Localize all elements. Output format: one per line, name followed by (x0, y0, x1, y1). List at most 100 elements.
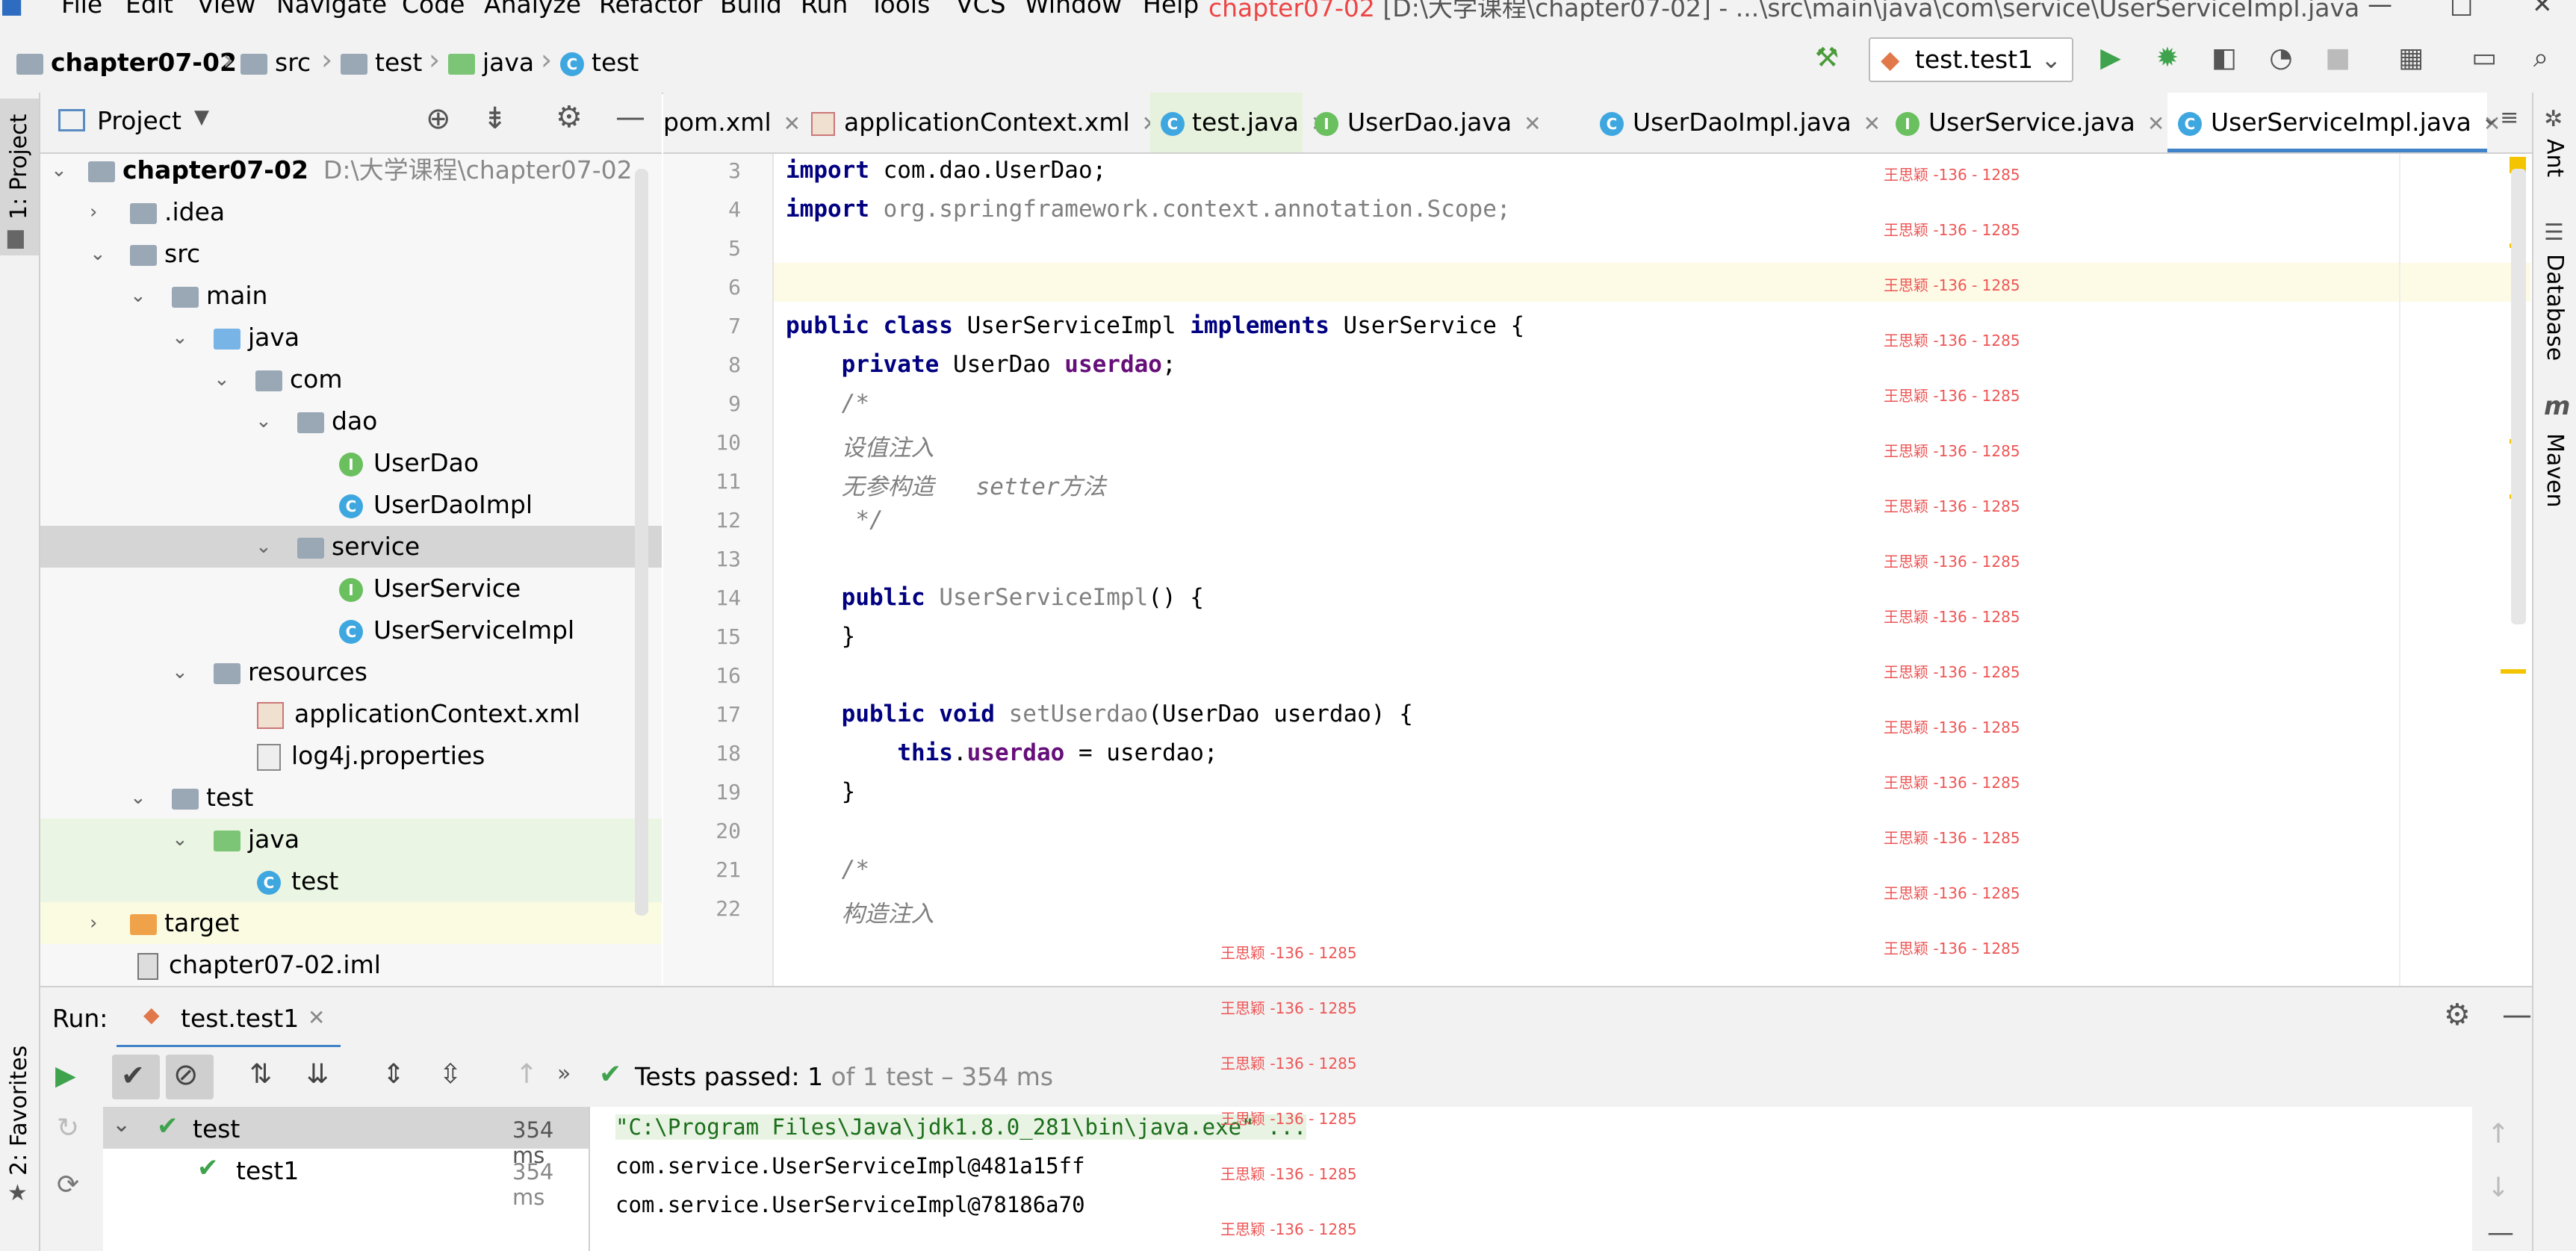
tree-item-resources[interactable]: ⌄ resources (40, 651, 662, 693)
presentation-icon[interactable]: ▭ (2468, 42, 2501, 75)
collapse-all-icon[interactable]: ⇳ (439, 1059, 462, 1090)
tree-item-target[interactable]: › target (40, 902, 662, 944)
tab-applicationcontext-xml[interactable]: applicationContext.xml✕ (811, 93, 1159, 152)
menu-build[interactable]: Build (720, 0, 782, 19)
tree-item-src[interactable]: ⌄ src (40, 233, 662, 275)
scroll-up-icon[interactable]: ↑ (2487, 1119, 2510, 1149)
code-editor[interactable]: 3 4 5 6 7 8 9 10 11 12 13 14 15 16 17 18… (663, 154, 2530, 986)
menu-help[interactable]: Help (1143, 0, 1199, 19)
show-ignored-button[interactable]: ⊘ (166, 1055, 214, 1099)
locate-icon[interactable]: ⊕ (426, 102, 451, 136)
collapse-all-icon[interactable]: ⇟ (482, 102, 508, 136)
maximize-icon[interactable]: □ (2450, 0, 2473, 19)
tree-item-main-java[interactable]: ⌄ java (40, 317, 662, 358)
tree-item-log4j[interactable]: log4j.properties (40, 735, 662, 777)
show-passed-button[interactable]: ✔ (112, 1055, 160, 1099)
chevron-down-icon[interactable]: ▼ (194, 106, 209, 128)
expand-all-icon[interactable]: ⇕ (382, 1059, 405, 1090)
more-actions-icon[interactable]: » (557, 1061, 571, 1087)
tab-userdaoimpl-java[interactable]: C UserDaoImpl.java ✕ (1600, 93, 1881, 152)
close-icon[interactable]: ✕ (1863, 111, 1881, 136)
minimize-icon[interactable]: — (2368, 0, 2392, 19)
gear-icon[interactable]: ⚙ (2444, 998, 2471, 1032)
tree-item-test-class[interactable]: Ctest (40, 860, 662, 902)
rerun-failed-icon[interactable]: ↻ (57, 1113, 79, 1143)
menu-code[interactable]: Code (402, 0, 465, 19)
tab-list-icon[interactable]: ⌄≡ (2481, 105, 2518, 131)
test-row-test1[interactable]: ✔ test1 354 ms (103, 1149, 589, 1210)
tree-item-com[interactable]: ⌄ com (40, 358, 662, 400)
tree-item-userserviceimpl[interactable]: C UserServiceImpl (40, 609, 662, 651)
close-icon[interactable]: ✕ (783, 111, 801, 136)
breadcrumb-test-class[interactable]: Ctest (560, 48, 639, 77)
close-icon[interactable]: ✕ (308, 1005, 325, 1030)
run-icon[interactable]: ▶ (2094, 42, 2127, 75)
favorites-tool-tab[interactable]: 2: Favorites (6, 1046, 32, 1176)
tree-item-applicationcontext[interactable]: applicationContext.xml (40, 693, 662, 735)
menu-edit[interactable]: Edit (125, 0, 173, 19)
menu-file[interactable]: File (61, 0, 102, 19)
menu-navigate[interactable]: Navigate (276, 0, 387, 19)
hide-panel-icon[interactable]: — (615, 100, 645, 134)
menu-tools[interactable]: Tools (869, 0, 930, 19)
project-structure-icon[interactable]: ▦ (2395, 42, 2427, 75)
hide-panel-icon[interactable]: — (2502, 998, 2532, 1032)
stop-icon[interactable]: ■ (2321, 42, 2354, 75)
menu-view[interactable]: View (197, 0, 255, 19)
tree-item-main[interactable]: ⌄ main (40, 275, 662, 317)
tab-userserviceimpl-java[interactable]: C UserServiceImpl.java ✕ (2167, 93, 2501, 152)
tree-item-dao[interactable]: ⌄ dao (40, 400, 662, 442)
project-tool-tab[interactable]: 1: Project (6, 114, 32, 220)
search-icon[interactable]: ⌕ (2524, 42, 2557, 75)
tab-userservice-java[interactable]: I UserService.java ✕ (1896, 93, 2164, 152)
run-tab-test-test1[interactable]: ◆ test.test1 ✕ (117, 987, 341, 1049)
test-row-test[interactable]: ⌄ ✔ test 354 ms (103, 1107, 589, 1168)
menu-window[interactable]: Window (1025, 0, 1122, 19)
debug-icon[interactable]: ✹ (2151, 42, 2184, 75)
scroll-down-icon[interactable]: ↓ (2487, 1173, 2510, 1203)
console-output[interactable]: "C:\Program Files\Java\jdk1.8.0_281\bin\… (590, 944, 2472, 1251)
tree-item-iml[interactable]: chapter07-02.iml (40, 944, 662, 986)
tree-item-userdaoimpl[interactable]: C UserDaoImpl (40, 484, 662, 526)
breadcrumb-src[interactable]: src (240, 48, 311, 77)
tree-item-service[interactable]: ⌄ service (40, 526, 662, 568)
soft-wrap-icon[interactable]: — (2487, 1217, 2514, 1248)
tab-userdao-java[interactable]: I UserDao.java ✕ (1315, 93, 1542, 152)
editor-scrollbar[interactable] (2511, 169, 2526, 624)
tree-item-test[interactable]: ⌄ test (40, 777, 662, 819)
error-stripe-mark[interactable] (2501, 669, 2526, 674)
toggle-auto-test-icon[interactable]: ⟳ (57, 1170, 79, 1200)
tab-pom-xml[interactable]: pom.xml ✕ (663, 93, 801, 152)
menu-analyze[interactable]: Analyze (484, 0, 581, 19)
rerun-icon[interactable]: ▶ (55, 1061, 76, 1091)
tree-item-userservice[interactable]: I UserService (40, 568, 662, 609)
tree-item-project-root[interactable]: ⌄ chapter07-02 D:\大学课程\chapter07-02 (40, 154, 662, 191)
menu-vcs[interactable]: VCS (956, 0, 1006, 19)
breadcrumb-test[interactable]: test (341, 48, 422, 77)
maven-tool-tab[interactable]: Maven (2542, 433, 2568, 508)
breadcrumb-java[interactable]: java (448, 48, 534, 77)
sort-alphabetically-icon[interactable]: ⇅ (249, 1059, 272, 1090)
profile-icon[interactable]: ◔ (2265, 42, 2297, 75)
menu-refactor[interactable]: Refactor (599, 0, 702, 19)
ant-tool-tab[interactable]: Ant (2542, 139, 2568, 177)
tree-scrollbar[interactable] (635, 169, 648, 916)
sort-by-duration-icon[interactable]: ⇊ (306, 1059, 329, 1090)
database-tool-tab[interactable]: Database (2542, 254, 2568, 361)
previous-failed-icon[interactable]: ↑ (515, 1059, 538, 1090)
run-configuration-select[interactable]: ◆ test.test1 ⌄ (1869, 37, 2073, 82)
breadcrumb-project[interactable]: chapter07-02 (16, 48, 237, 77)
tree-item-test-java[interactable]: ⌄ java (40, 819, 662, 860)
menu-run[interactable]: Run (801, 0, 848, 19)
close-icon[interactable]: ✕ (1524, 111, 1541, 136)
close-icon[interactable]: ✕ (2147, 111, 2164, 136)
gear-icon[interactable]: ⚙ (556, 100, 583, 134)
tree-item-userdao[interactable]: I UserDao (40, 442, 662, 484)
close-icon[interactable]: ✕ (2532, 0, 2553, 19)
chevron-down-icon: ⌄ (255, 536, 272, 558)
project-view-title[interactable]: Project (97, 106, 181, 135)
tab-test-java[interactable]: Ctest.java✕ (1150, 93, 1328, 152)
tree-item-idea[interactable]: › .idea (40, 191, 662, 233)
build-hammer-icon[interactable]: ⚒ (1810, 42, 1843, 75)
coverage-icon[interactable]: ◧ (2208, 42, 2241, 75)
